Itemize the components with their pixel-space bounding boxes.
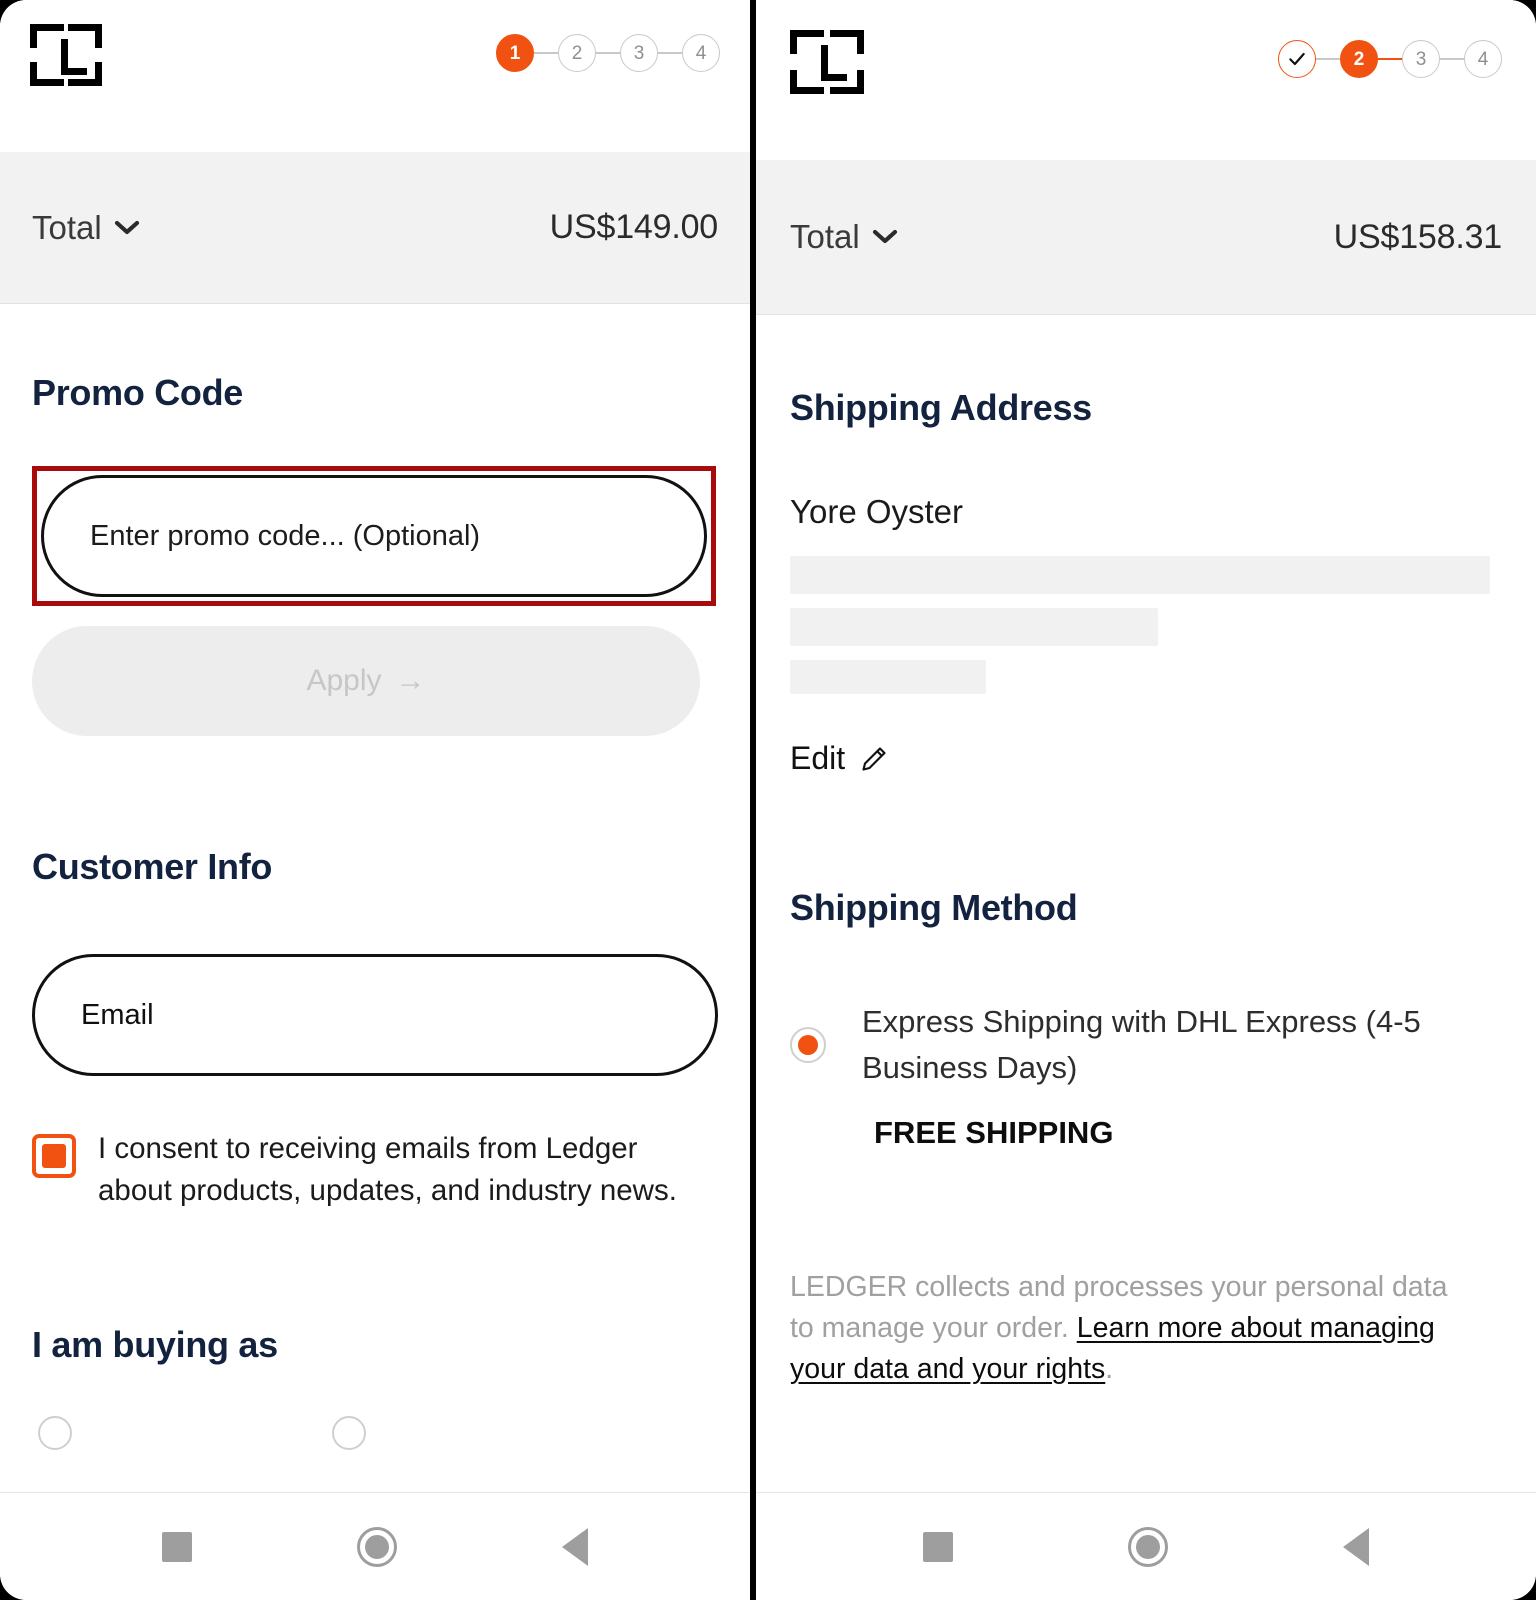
pencil-icon <box>862 746 886 771</box>
screenshot-frame: 1 2 3 4 Total US$149.00 Promo Code Enter… <box>0 0 1536 1600</box>
promo-input-annotation-box: Enter promo code... (Optional) <box>32 466 716 606</box>
promo-code-input[interactable]: Enter promo code... (Optional) <box>41 475 707 597</box>
buying-as-heading: I am buying as <box>32 1324 278 1366</box>
total-amount: US$158.31 <box>1333 217 1503 256</box>
stepper-connector-2 <box>1378 58 1402 60</box>
stepper-step-1-label: 1 <box>509 42 521 64</box>
buying-as-option-1-radio[interactable] <box>38 1416 72 1451</box>
stepper-connector-3 <box>1440 58 1464 60</box>
total-toggle[interactable]: Total <box>32 209 140 247</box>
address-line-redacted-1 <box>790 556 1490 594</box>
shipping-method-radio[interactable] <box>790 1026 826 1063</box>
shipping-method-heading: Shipping Method <box>790 887 1078 928</box>
stepper-step-4-label: 4 <box>1477 48 1489 70</box>
checkout-stepper: 1 2 3 4 <box>496 34 720 72</box>
total-label: Total <box>790 218 860 255</box>
shipping-address-heading: Shipping Address <box>790 387 1092 428</box>
total-label: Total <box>32 208 102 246</box>
marketing-consent-checkbox[interactable] <box>32 1134 76 1178</box>
shipping-method-option[interactable]: Express Shipping with DHL Express (4-5 B… <box>790 999 1502 1091</box>
back-icon[interactable] <box>1342 1527 1369 1566</box>
stepper-connector-1 <box>1316 58 1340 60</box>
checkbox-filled-indicator <box>42 1144 66 1168</box>
right-phone-panel: 2 3 4 Total US$158.31 Shipping Address Y… <box>756 0 1536 1600</box>
marketing-consent-row[interactable]: I consent to receiving emails from Ledge… <box>32 1128 712 1212</box>
recents-icon[interactable] <box>923 1531 954 1562</box>
stepper-connector-1 <box>534 52 558 54</box>
stepper-step-2-label: 2 <box>1353 48 1365 70</box>
stepper-connector-3 <box>658 52 682 54</box>
stepper-step-2[interactable]: 2 <box>1340 40 1378 78</box>
email-placeholder: Email <box>81 998 154 1031</box>
customer-info-heading: Customer Info <box>32 846 273 887</box>
stepper-step-2[interactable]: 2 <box>558 34 596 72</box>
promo-code-heading: Promo Code <box>32 372 244 413</box>
stepper-step-3[interactable]: 3 <box>1402 40 1440 78</box>
email-input[interactable]: Email <box>32 954 718 1076</box>
promo-code-placeholder: Enter promo code... (Optional) <box>90 519 481 552</box>
buying-as-options <box>32 1416 718 1451</box>
stepper-step-1-completed[interactable] <box>1278 40 1316 78</box>
apply-promo-button[interactable]: Apply → <box>32 626 700 736</box>
shipping-price-label: FREE SHIPPING <box>874 1114 1114 1150</box>
edit-address-label: Edit <box>790 740 846 776</box>
arrow-right-icon: → <box>395 664 426 697</box>
stepper-step-2-label: 2 <box>571 42 583 64</box>
right-total-bar[interactable]: Total US$158.31 <box>756 160 1536 315</box>
stepper-step-4[interactable]: 4 <box>682 34 720 72</box>
home-icon[interactable] <box>1127 1526 1168 1567</box>
left-total-bar[interactable]: Total US$149.00 <box>0 152 750 304</box>
total-amount: US$149.00 <box>549 208 719 246</box>
left-panel-content: 1 2 3 4 Total US$149.00 Promo Code Enter… <box>0 0 750 1600</box>
ledger-logo-icon[interactable] <box>790 30 864 94</box>
recents-icon[interactable] <box>162 1531 193 1562</box>
stepper-connector-2 <box>596 52 620 54</box>
address-line-redacted-3 <box>790 660 986 694</box>
right-panel-content: 2 3 4 Total US$158.31 Shipping Address Y… <box>756 0 1536 1600</box>
legal-privacy-text: LEDGER collects and processes your perso… <box>790 1267 1450 1391</box>
radio-selected-dot <box>798 1034 818 1055</box>
stepper-step-3[interactable]: 3 <box>620 34 658 72</box>
shipping-method-label: Express Shipping with DHL Express (4-5 B… <box>862 1004 1421 1085</box>
total-toggle[interactable]: Total <box>790 218 898 256</box>
check-icon <box>1289 52 1305 66</box>
stepper-step-1[interactable]: 1 <box>496 34 534 72</box>
left-scroll-body: Promo Code Enter promo code... (Optional… <box>0 304 750 1492</box>
stepper-step-4[interactable]: 4 <box>1464 40 1502 78</box>
stepper-step-3-label: 3 <box>1415 48 1427 70</box>
left-app-header: 1 2 3 4 <box>0 0 750 152</box>
left-phone-panel: 1 2 3 4 Total US$149.00 Promo Code Enter… <box>0 0 750 1600</box>
apply-promo-label: Apply <box>306 664 382 697</box>
marketing-consent-label: I consent to receiving emails from Ledge… <box>98 1132 677 1208</box>
shipping-recipient-name: Yore Oyster <box>790 493 964 530</box>
chevron-down-icon <box>872 229 897 244</box>
right-android-nav-bar <box>756 1492 1536 1600</box>
legal-text-after: . <box>1105 1353 1114 1386</box>
home-icon[interactable] <box>356 1526 397 1567</box>
left-android-nav-bar <box>0 1492 750 1600</box>
edit-address-button[interactable]: Edit <box>790 740 1502 777</box>
buying-as-option-2-radio[interactable] <box>332 1416 366 1451</box>
chevron-down-icon <box>114 220 139 234</box>
checkout-stepper: 2 3 4 <box>1278 40 1502 78</box>
stepper-step-4-label: 4 <box>695 42 707 64</box>
back-icon[interactable] <box>561 1527 588 1566</box>
right-app-header: 2 3 4 <box>756 0 1536 160</box>
ledger-logo-icon[interactable] <box>30 24 102 86</box>
address-line-redacted-2 <box>790 608 1158 646</box>
stepper-step-3-label: 3 <box>633 42 645 64</box>
right-scroll-body: Shipping Address Yore Oyster Edit Shippi… <box>756 315 1536 1492</box>
